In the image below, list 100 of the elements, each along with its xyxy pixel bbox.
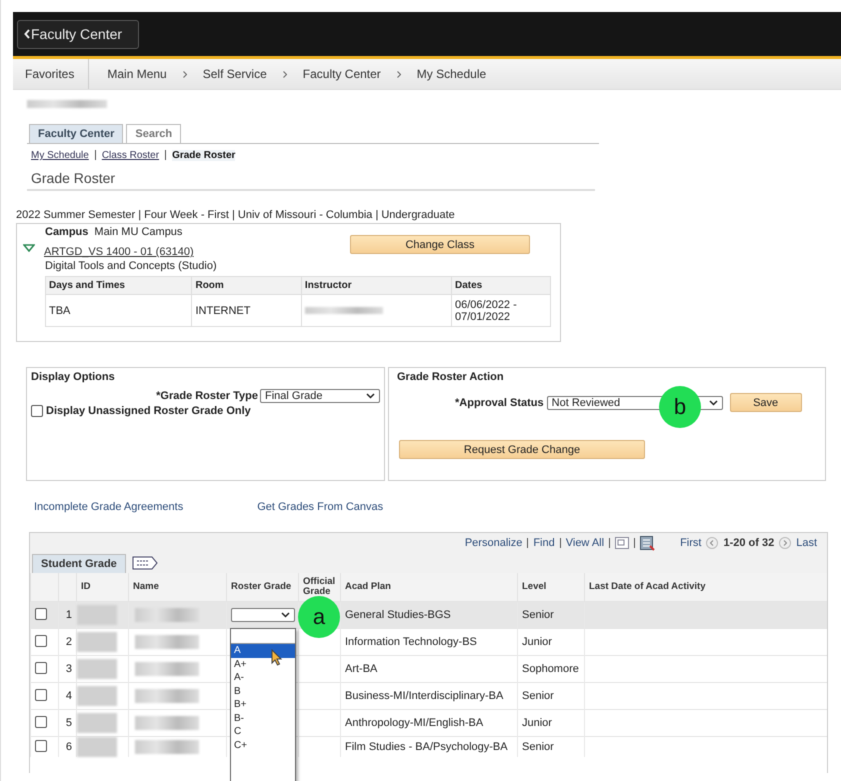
table-cell: Senior [518, 682, 584, 710]
grade-option[interactable]: C+ [231, 738, 295, 752]
breadcrumb-link[interactable]: Faculty Center [294, 67, 389, 81]
field-label: *Grade Roster Type [156, 390, 258, 402]
column-header: Dates [452, 276, 550, 294]
field-label: *Approval Status [455, 396, 544, 408]
next-icon[interactable] [779, 537, 792, 549]
table-cell: Junior [518, 710, 584, 736]
class-description: Digital Tools and Concepts (Studio) [44, 260, 217, 272]
redacted-name [135, 635, 199, 649]
checkbox[interactable] [31, 405, 43, 417]
favorites-menu[interactable]: Favorites [13, 59, 90, 89]
redacted-id [77, 605, 117, 625]
column-header: Days and Times [46, 276, 192, 294]
table-cell: Senior [518, 736, 584, 757]
redacted-name [135, 740, 199, 754]
last-link[interactable]: Last [796, 537, 817, 549]
panel-title: Grade Roster Action [397, 371, 505, 383]
sub-page-link[interactable]: Grade Roster [172, 150, 236, 161]
redacted-id [77, 713, 117, 733]
mouse-pointer-icon [271, 649, 283, 666]
table-cell: Information Technology-BS [340, 628, 518, 656]
roster-type-select[interactable]: Final Grade [260, 389, 380, 403]
column-header: Room [192, 276, 302, 294]
row-checkbox[interactable] [35, 716, 47, 728]
chevron-icon [182, 70, 187, 78]
back-button[interactable]: Faculty Center [17, 20, 139, 48]
save-button[interactable]: Save [730, 393, 802, 412]
first-link[interactable]: First [680, 537, 702, 549]
redacted-name [135, 662, 199, 676]
chevron-icon [396, 70, 401, 78]
table-cell: Art-BA [340, 656, 518, 682]
download-grid-icon[interactable] [640, 536, 656, 550]
sub-page-link[interactable]: Class Roster [102, 150, 160, 161]
page-link[interactable]: Get Grades From Canvas [257, 501, 384, 513]
table-cell: 06/06/2022 - 07/01/2022 [452, 294, 550, 326]
column-header: Level [518, 573, 584, 602]
table-cell: Sophomore [518, 656, 584, 682]
column-header: Last Date of Acad Activity [584, 573, 827, 602]
redacted-name [135, 608, 199, 622]
column-header: ID [76, 573, 128, 602]
grade-option[interactable]: A+ [231, 658, 295, 671]
row-checkbox[interactable] [35, 688, 47, 700]
page-tab[interactable]: Search [126, 124, 182, 143]
breadcrumb-link[interactable]: My Schedule [408, 67, 494, 81]
row-checkbox[interactable] [35, 662, 47, 674]
zoom-window-icon[interactable] [615, 537, 630, 549]
table-cell: Business-MI/Interdisciplinary-BA [340, 682, 518, 710]
breadcrumb-link[interactable]: Self Service [194, 67, 275, 81]
table-cell: Senior [518, 602, 584, 628]
chevron-icon [282, 70, 287, 78]
table-cell: Junior [518, 628, 584, 656]
back-chevron-icon [24, 29, 30, 39]
redacted-name [135, 716, 199, 730]
table-cell: INTERNET [192, 294, 302, 326]
grid-link[interactable]: View All [566, 537, 604, 549]
grid-link[interactable]: Personalize [464, 537, 522, 549]
grid-link[interactable]: Find [533, 537, 555, 549]
campus-label: Campus [45, 226, 88, 238]
callout-badge: b [659, 386, 701, 428]
show-all-columns-icon[interactable] [132, 556, 158, 570]
collapse-triangle-icon[interactable] [23, 244, 35, 252]
grade-option[interactable]: B+ [231, 698, 295, 712]
column-header: Roster Grade [226, 573, 298, 602]
row-number: 1 [58, 602, 76, 628]
grade-option[interactable]: B [231, 684, 295, 698]
grade-option[interactable]: A- [231, 671, 295, 684]
row-checkbox[interactable] [35, 608, 47, 620]
column-header: Official Grade [298, 573, 340, 602]
previous-icon[interactable] [706, 537, 718, 549]
redacted-id [77, 632, 117, 652]
sub-page-link[interactable]: My Schedule [31, 150, 89, 161]
redacted-id [77, 659, 117, 679]
main-menu[interactable]: Main Menu [99, 67, 175, 81]
table-cell: Anthropology-MI/English-BA [340, 710, 518, 736]
redacted-id [77, 737, 117, 757]
roster-grade-select[interactable] [231, 608, 295, 622]
change-class-button[interactable]: Change Class [350, 235, 530, 254]
page-link[interactable]: Incomplete Grade Agreements [34, 501, 184, 513]
section-title: Grade Roster [27, 161, 595, 191]
column-header: Acad Plan [340, 573, 518, 602]
campus-value: Main MU Campus [94, 226, 182, 238]
redacted-id [77, 686, 117, 706]
class-link[interactable]: ARTGD_VS 1400 - 01 (63140) [44, 246, 194, 258]
term-text: 2022 Summer Semester | Four Week - First | Univ of Missouri - Columbia | Undergraduate [16, 209, 456, 221]
column-header: Instructor [301, 276, 452, 294]
panel-title: Display Options [31, 371, 116, 383]
row-checkbox[interactable] [35, 740, 47, 752]
grid-tab[interactable]: Student Grade [32, 554, 126, 572]
request-grade-change-button[interactable]: Request Grade Change [399, 440, 645, 459]
table-cell: Film Studies - BA/Psychology-BA [340, 736, 518, 757]
page-range: 1-20 of 32 [723, 537, 774, 549]
checkbox-label: Display Unassigned Roster Grade Only [46, 405, 251, 417]
table-cell: TBA [46, 294, 192, 326]
column-header: Name [128, 573, 226, 602]
grade-option[interactable]: A [231, 644, 295, 658]
page-tab[interactable]: Faculty Center [29, 124, 124, 143]
row-checkbox[interactable] [35, 634, 47, 646]
grade-option[interactable]: C [231, 725, 295, 738]
grade-option[interactable]: B- [231, 712, 295, 725]
